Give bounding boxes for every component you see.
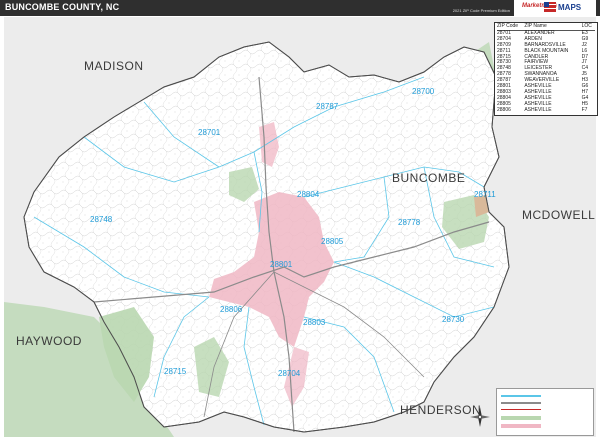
table-row: 28806 ASHEVILLE F7 [497,106,595,114]
legend-forest-swatch [501,416,541,420]
zip-label: 28715 [164,367,187,376]
flag-icon [544,2,556,12]
legend-zip-line [501,395,541,397]
map-frame: BUNCOMBE COUNTY, NC 2021 ZIP Code Premiu… [0,0,600,440]
county-label-madison: MADISON [84,59,144,73]
zip-label: 28805 [321,237,344,246]
zip-label: 28801 [270,260,293,269]
zip-label: 28787 [316,102,339,111]
zip-label: 28806 [220,305,243,314]
zip-name-cell: ASHEVILLE [524,106,552,113]
zip-code-cell: 28806 [497,106,511,113]
zip-label: 28748 [90,215,113,224]
legend-highway-line [501,402,541,404]
county-label-henderson: HENDERSON [400,403,481,417]
zip-label: 28700 [412,87,435,96]
zip-label: 28803 [303,318,326,327]
logo-brand: MAPS [558,3,582,12]
zip-label: 28711 [474,190,496,199]
zip-label: 28804 [297,190,320,199]
zip-label: 28701 [198,128,221,137]
loc-cell: F7 [581,106,588,113]
edition-note: 2021 ZIP Code Premium Edition [452,8,510,13]
zip-index-table: ZIP Code ZIP Name LOC 28701 ALEXANDER E3 2… [494,22,598,116]
county-label-haywood: HAYWOOD [16,334,82,348]
legend-urban-swatch [501,424,541,428]
map-title: BUNCOMBE COUNTY, NC [5,2,120,12]
map-legend [496,388,594,436]
county-label-mcdowell: MCDOWELL [522,208,595,222]
zip-label: 28730 [442,315,465,324]
title-bar: BUNCOMBE COUNTY, NC 2021 ZIP Code Premiu… [0,0,600,16]
county-label-buncombe: BUNCOMBE [392,171,465,185]
zip-label: 28704 [278,369,301,378]
zip-label: 28778 [398,218,421,227]
legend-road-line [501,409,541,410]
publisher-logo: Marketmaps MAPS [514,0,596,16]
